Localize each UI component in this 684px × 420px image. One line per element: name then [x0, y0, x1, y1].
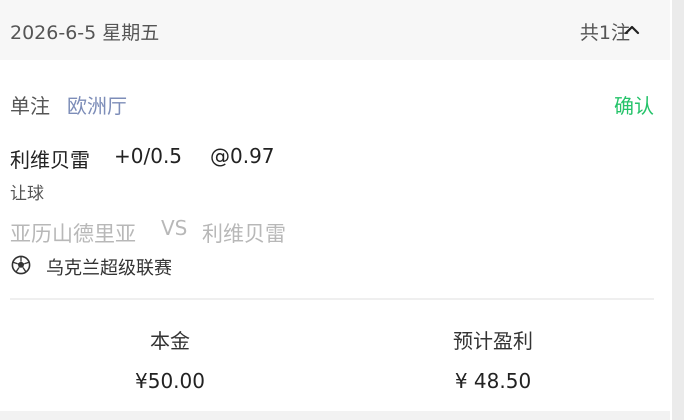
- odds-value: @0.97: [210, 144, 275, 168]
- profit-value: ¥ 48.50: [454, 369, 532, 393]
- confirm-status: 确认: [614, 94, 654, 118]
- bet-count: 共1注: [579, 22, 630, 44]
- hall-label: 欧洲厅: [67, 94, 127, 118]
- league-name: 乌克兰超级联赛: [46, 258, 172, 279]
- soccer-ball-icon: [11, 255, 31, 275]
- divider: [10, 298, 654, 300]
- home-team: 亚历山德里亚: [10, 222, 136, 246]
- profit-label: 预计盈利: [453, 329, 533, 353]
- selection-team: 利维贝雷: [10, 148, 90, 172]
- handicap-value: +0/0.5: [114, 144, 183, 168]
- stake-value: ¥50.00: [135, 369, 205, 393]
- bet-date: 2026-6-5 星期五: [10, 22, 160, 44]
- bet-type-label: 单注: [10, 94, 50, 118]
- section-separator: [0, 411, 670, 420]
- stake-label: 本金: [150, 329, 190, 353]
- bet-group-header[interactable]: 2026-6-5 星期五 共1注: [0, 0, 670, 60]
- market-type: 让球: [10, 184, 44, 204]
- away-team: 利维贝雷: [202, 222, 286, 246]
- scrollbar[interactable]: [672, 0, 684, 420]
- vs-label: VS: [161, 216, 188, 240]
- chevron-up-icon[interactable]: [624, 22, 640, 38]
